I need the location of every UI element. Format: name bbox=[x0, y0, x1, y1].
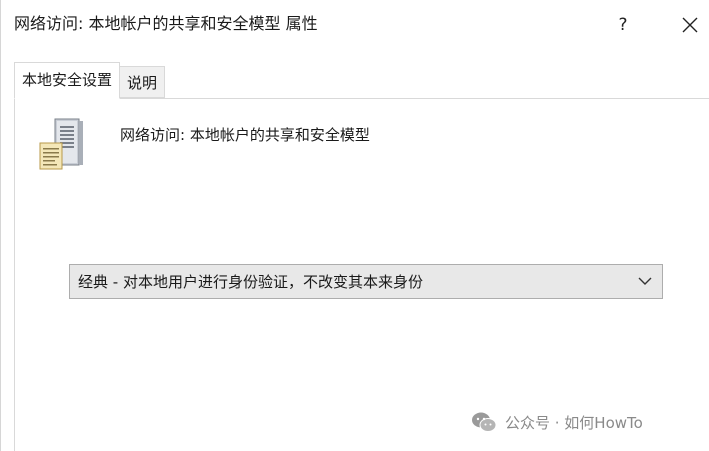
properties-dialog: 网络访问: 本地帐户的共享和安全模型 属性 ? 本地安全设置 说明 网络访问: … bbox=[0, 0, 709, 451]
chevron-down-icon bbox=[638, 277, 652, 285]
tab-explain[interactable]: 说明 bbox=[120, 66, 166, 98]
title-bar[interactable]: 网络访问: 本地帐户的共享和安全模型 属性 ? bbox=[1, 0, 709, 50]
watermark: 公众号 · 如何HowTo bbox=[471, 410, 643, 434]
dropdown-selected-value: 经典 - 对本地用户进行身份验证，不改变其本来身份 bbox=[78, 273, 423, 291]
tab-panel: 网络访问: 本地帐户的共享和安全模型 经典 - 对本地用户进行身份验证，不改变其… bbox=[14, 98, 709, 451]
close-icon bbox=[682, 17, 698, 33]
help-button[interactable]: ? bbox=[603, 8, 643, 42]
security-model-dropdown[interactable]: 经典 - 对本地用户进行身份验证，不改变其本来身份 bbox=[69, 264, 663, 299]
tab-strip: 本地安全设置 说明 bbox=[14, 62, 166, 99]
server-policy-icon bbox=[39, 118, 83, 170]
window-title: 网络访问: 本地帐户的共享和安全模型 属性 bbox=[14, 14, 318, 33]
policy-name: 网络访问: 本地帐户的共享和安全模型 bbox=[120, 126, 370, 144]
watermark-text: 公众号 · 如何HowTo bbox=[505, 413, 643, 432]
wechat-icon bbox=[472, 412, 497, 432]
close-button[interactable] bbox=[670, 8, 709, 42]
help-icon: ? bbox=[618, 15, 628, 35]
tab-local-security-setting[interactable]: 本地安全设置 bbox=[14, 62, 121, 99]
